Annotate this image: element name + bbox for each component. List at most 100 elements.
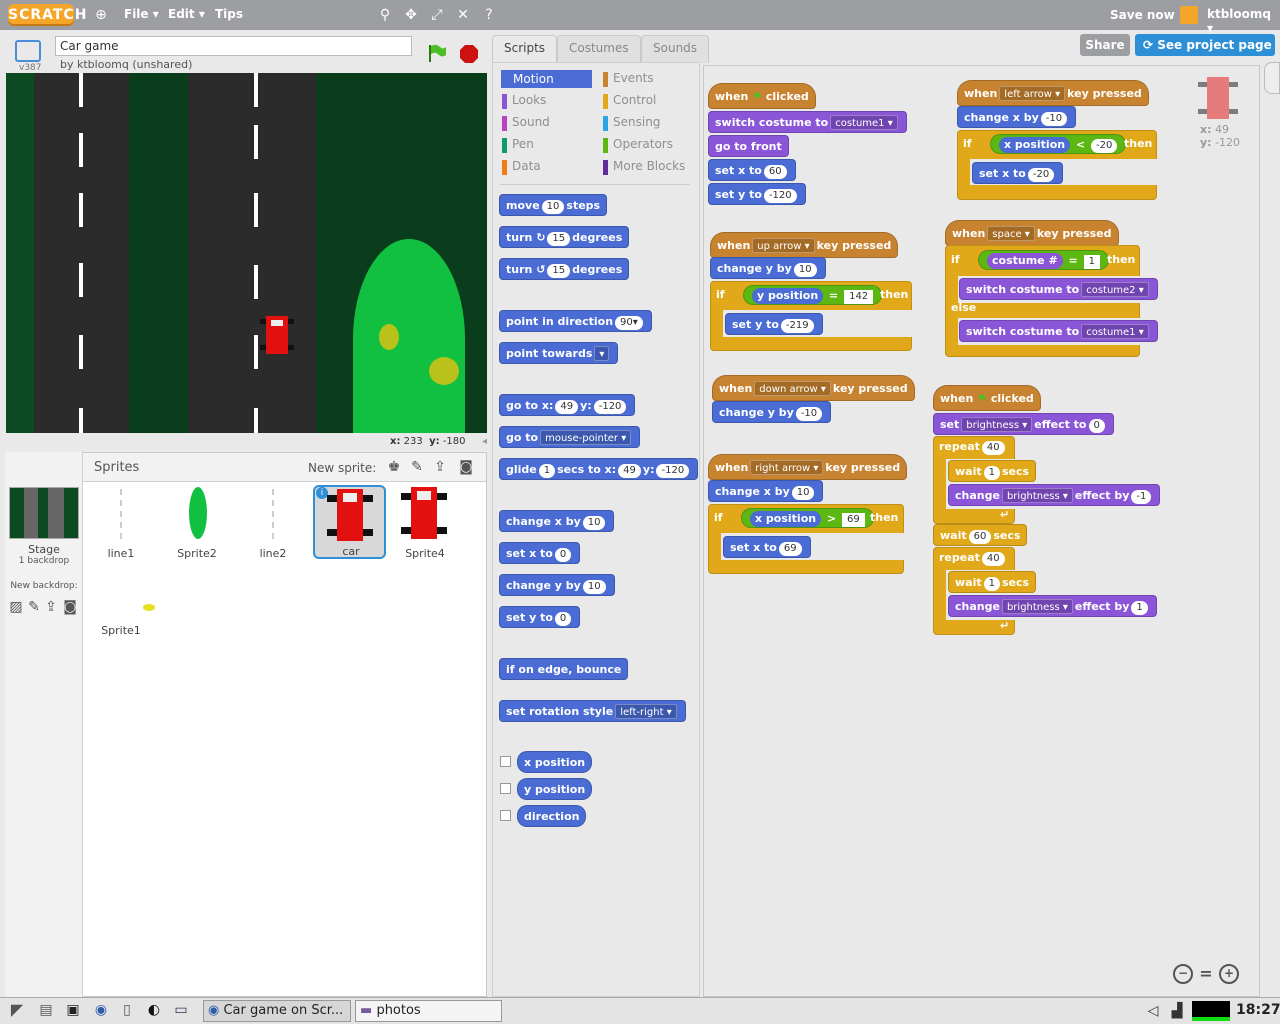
cut-icon[interactable]: ✥ <box>402 6 420 24</box>
tab-costumes[interactable]: Costumes <box>557 35 641 63</box>
mathematica-icon[interactable]: ◐ <box>143 1001 165 1019</box>
globe-icon[interactable]: ⊕ <box>92 6 110 24</box>
block-set-x[interactable]: set x to 0 <box>499 542 581 564</box>
start-menu-icon[interactable]: ◤ <box>6 1001 28 1019</box>
car-sprite[interactable] <box>260 316 294 354</box>
eq-operator[interactable]: costume # = 1 <box>978 250 1109 270</box>
browser-icon[interactable]: ◉ <box>90 1001 112 1019</box>
hat-when-flag-clicked[interactable]: when ⚑ clicked <box>933 385 1041 411</box>
block-set-y[interactable]: set y to -120 <box>708 183 806 205</box>
scratch-logo[interactable]: SCRATCH <box>8 4 86 26</box>
sprite-tile-sprite1[interactable]: Sprite1 <box>85 562 157 637</box>
gt-operator[interactable]: x position > 69 <box>741 508 874 528</box>
zoom-out-button[interactable]: − <box>1173 964 1193 984</box>
zoom-in-button[interactable]: + <box>1219 964 1239 984</box>
block-set-x[interactable]: set x to 69 <box>723 536 811 558</box>
block-wait[interactable]: wait 1 secs <box>948 460 1037 482</box>
block-switch-costume[interactable]: switch costume to costume2 ▾ <box>959 278 1158 300</box>
block-set-y[interactable]: set y to 0 <box>499 606 581 628</box>
reporter-direction[interactable]: direction <box>517 805 587 827</box>
paint-sprite-icon[interactable]: ✎ <box>408 458 426 476</box>
edit-menu[interactable]: Edit ▾ <box>168 7 205 21</box>
sprite-tile-line1[interactable]: line1 <box>85 485 157 560</box>
block-wait[interactable]: wait 1 secs <box>948 571 1037 593</box>
block-turn-right[interactable]: turn ↻ 15 degrees <box>499 226 630 248</box>
stage-thumbnail[interactable] <box>9 487 79 539</box>
lt-operator[interactable]: x position < -20 <box>990 134 1127 154</box>
sprite-tile-car-selected[interactable]: i car <box>313 485 386 559</box>
monitor-icon[interactable]: ▭ <box>170 1001 192 1019</box>
sprite-tile-line2[interactable]: line2 <box>237 485 309 560</box>
block-change-x[interactable]: change x by 10 <box>499 510 615 532</box>
block-change-y[interactable]: change y by 10 <box>499 574 615 596</box>
fullscreen-button[interactable] <box>15 40 41 62</box>
block-set-effect[interactable]: set brightness ▾ effect to 0 <box>933 413 1114 435</box>
block-go-to[interactable]: go to mouse-pointer ▾ <box>499 426 641 448</box>
block-switch-costume[interactable]: switch costume to costume1 ▾ <box>959 320 1158 342</box>
upload-sprite-icon[interactable]: ⇪ <box>431 458 449 476</box>
block-set-x[interactable]: set x to -20 <box>972 162 1064 184</box>
terminal-icon[interactable]: ▣ <box>62 1001 84 1019</box>
hat-when-key-left[interactable]: when left arrow ▾ key pressed <box>957 80 1149 106</box>
file-menu[interactable]: File ▾ <box>124 7 159 21</box>
reporter-x-position[interactable]: x position <box>517 751 593 773</box>
tab-scripts[interactable]: Scripts <box>492 35 558 64</box>
reporter-y-position[interactable]: y position <box>517 778 593 800</box>
checkbox-x-position[interactable] <box>500 756 511 767</box>
hat-when-key-down[interactable]: when down arrow ▾ key pressed <box>712 375 915 401</box>
block-switch-costume[interactable]: switch costume to costume1 ▾ <box>708 111 907 133</box>
block-move-steps[interactable]: move 10 steps <box>499 194 608 216</box>
category-control[interactable]: Control <box>601 93 693 110</box>
eq-operator[interactable]: y position = 142 <box>743 285 883 305</box>
block-change-y[interactable]: change y by 10 <box>710 257 826 279</box>
category-events[interactable]: Events <box>601 71 693 88</box>
stop-button[interactable] <box>459 44 479 64</box>
block-set-x[interactable]: set x to 60 <box>708 159 796 181</box>
stage-canvas[interactable] <box>6 73 487 433</box>
category-looks[interactable]: Looks <box>500 93 592 110</box>
block-change-x[interactable]: change x by 10 <box>708 480 824 502</box>
help-icon[interactable]: ? <box>480 6 498 24</box>
block-point-direction[interactable]: point in direction 90▾ <box>499 310 652 332</box>
shrink-icon[interactable]: ✕ <box>454 6 472 24</box>
category-data[interactable]: Data <box>500 159 592 176</box>
upload-backdrop-icon[interactable]: ⇪ <box>43 598 59 616</box>
volume-icon[interactable]: ◁ <box>1143 1002 1163 1020</box>
taskbar-window-photos[interactable]: ▬ photos <box>355 1000 502 1022</box>
user-menu[interactable]: ktbloomq ▾ <box>1207 7 1280 35</box>
block-wait[interactable]: wait 60 secs <box>933 524 1028 546</box>
category-more-blocks[interactable]: More Blocks <box>601 159 701 176</box>
hat-when-key-space[interactable]: when space ▾ key pressed <box>945 220 1119 246</box>
block-set-y[interactable]: set y to -219 <box>725 313 823 335</box>
camera-backdrop-icon[interactable]: ◙ <box>62 598 78 616</box>
green-flag-button[interactable] <box>427 43 447 63</box>
sprite-library-icon[interactable]: ♚ <box>385 458 403 476</box>
sprite-tile-sprite4[interactable]: Sprite4 <box>389 485 461 560</box>
category-motion[interactable]: Motion <box>501 70 592 88</box>
block-change-effect[interactable]: change brightness ▾ effect by 1 <box>948 595 1157 617</box>
block-rotation-style[interactable]: set rotation style left-right ▾ <box>499 700 686 722</box>
block-change-y[interactable]: change y by -10 <box>712 401 832 423</box>
duplicate-icon[interactable]: ⚲ <box>376 6 394 24</box>
user-avatar[interactable] <box>1180 6 1198 24</box>
share-button[interactable]: Share <box>1080 34 1130 56</box>
checkbox-direction[interactable] <box>500 810 511 821</box>
backdrop-library-icon[interactable]: ▨ <box>8 598 24 616</box>
checkbox-y-position[interactable] <box>500 783 511 794</box>
block-bounce[interactable]: if on edge, bounce <box>499 658 629 680</box>
hat-when-flag-clicked[interactable]: when ⚑ clicked <box>708 83 816 109</box>
block-change-x[interactable]: change x by -10 <box>957 106 1077 128</box>
grow-icon[interactable]: ⤢ <box>428 6 446 24</box>
block-glide[interactable]: glide 1 secs to x: 49 y: -120 <box>499 458 699 480</box>
camera-sprite-icon[interactable]: ◙ <box>456 458 476 476</box>
stage-size-toggle[interactable]: ◂ <box>482 436 490 448</box>
taskbar-window-browser[interactable]: ◉ Car game on Scr... <box>203 1000 351 1022</box>
project-title-input[interactable]: Car game <box>55 36 412 56</box>
category-sound[interactable]: Sound <box>500 115 592 132</box>
sprite-tile-sprite2[interactable]: Sprite2 <box>161 485 233 560</box>
category-operators[interactable]: Operators <box>601 137 693 154</box>
block-change-effect[interactable]: change brightness ▾ effect by -1 <box>948 484 1161 506</box>
network-icon[interactable]: ▟ <box>1167 1002 1187 1020</box>
document-icon[interactable]: ▯ <box>117 1001 137 1019</box>
tips-menu[interactable]: Tips <box>215 7 243 21</box>
